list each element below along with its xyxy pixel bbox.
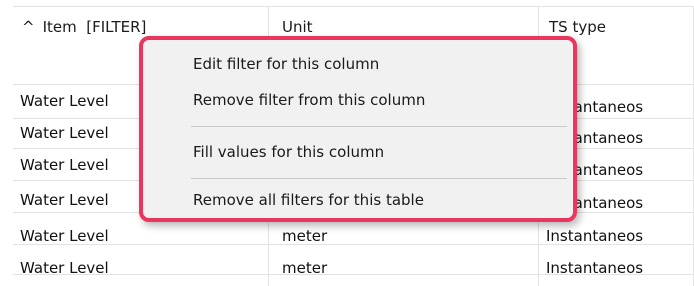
column-header-label: Unit	[282, 18, 313, 36]
menu-item-fill-values[interactable]: Fill values for this column	[193, 142, 384, 162]
cell-item[interactable]: Water Level	[20, 155, 109, 175]
column-header-label: Item	[42, 18, 77, 36]
cell-item[interactable]: Water Level	[20, 190, 109, 210]
cell-ts-type[interactable]: Instantaneos	[546, 226, 643, 246]
cell-item[interactable]: Water Level	[20, 123, 109, 143]
column-header-item[interactable]: ^ Item [FILTER]	[22, 18, 146, 36]
filter-indicator: [FILTER]	[86, 18, 147, 36]
column-context-menu: Edit filter for this column Remove filte…	[139, 36, 577, 222]
column-header-unit[interactable]: Unit	[282, 18, 313, 36]
cell-unit[interactable]: meter	[282, 226, 327, 246]
menu-item-remove-filter[interactable]: Remove filter from this column	[193, 90, 425, 110]
cell-item[interactable]: Water Level	[20, 91, 109, 111]
cell-ts-type[interactable]: Instantaneos	[546, 258, 643, 278]
header-top-border	[13, 6, 694, 7]
menu-item-edit-filter[interactable]: Edit filter for this column	[193, 54, 379, 74]
menu-item-remove-all-filters[interactable]: Remove all filters for this table	[193, 190, 424, 210]
menu-separator	[191, 178, 567, 179]
menu-separator	[191, 126, 567, 127]
cell-unit[interactable]: meter	[282, 258, 327, 278]
column-header-ts-type[interactable]: TS type	[549, 18, 606, 36]
sort-ascending-icon: ^	[22, 18, 35, 36]
cell-item[interactable]: Water Level	[20, 226, 109, 246]
cell-item[interactable]: Water Level	[20, 258, 109, 278]
column-header-label: TS type	[549, 18, 606, 36]
data-table-view: ^ Item [FILTER] Unit TS type Water Level …	[0, 0, 694, 286]
